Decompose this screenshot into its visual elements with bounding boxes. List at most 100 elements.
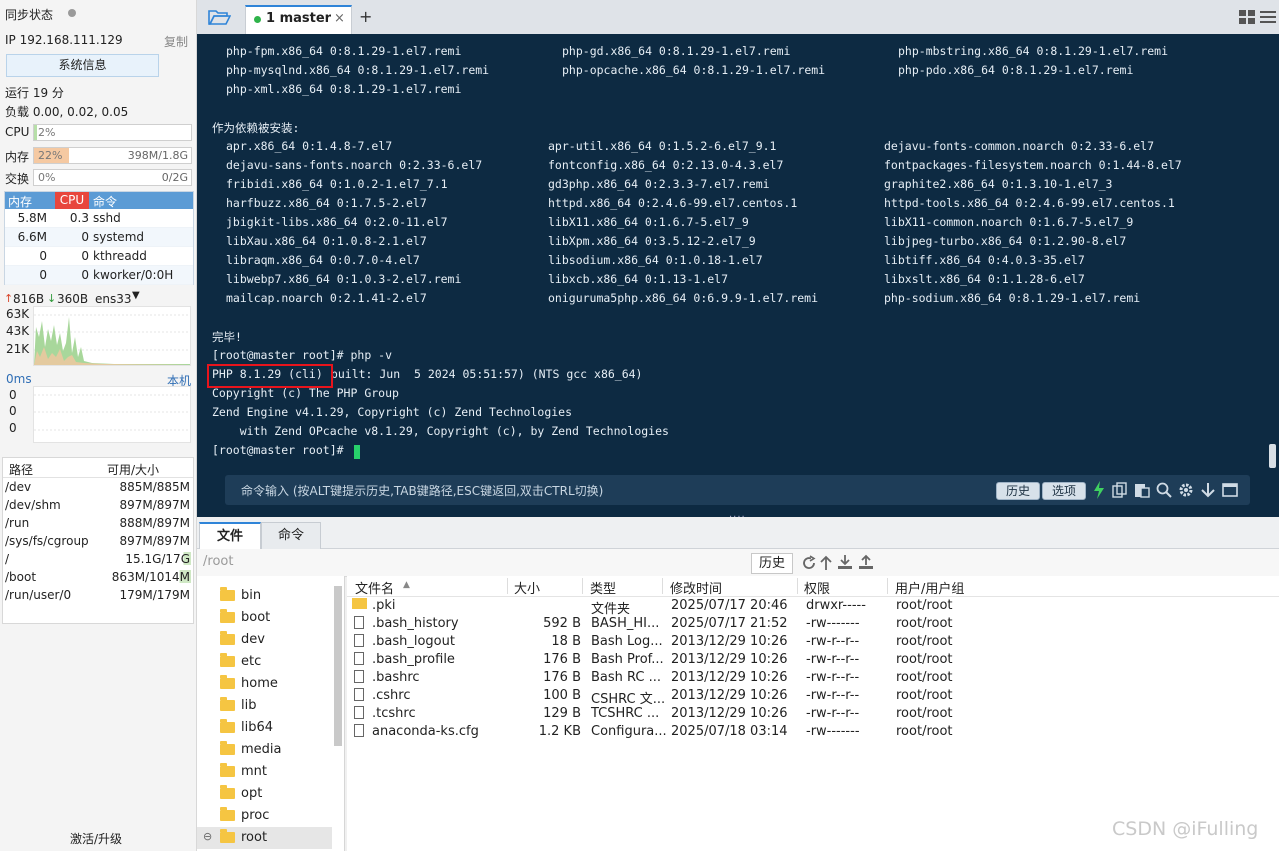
file-row[interactable]: .cshrc 100 B CSHRC 文... 2013/12/29 10:26 -rw… (347, 688, 987, 707)
col-path[interactable]: 路径 (9, 461, 33, 478)
file-owner: root/root (896, 724, 953, 739)
menu-icon[interactable] (1260, 10, 1276, 24)
system-info-button[interactable]: 系统信息 (6, 54, 159, 77)
col-permission[interactable]: 权限 (804, 578, 830, 597)
up-directory-icon[interactable] (820, 555, 832, 571)
process-row[interactable]: 6.6M 0 systemd (5, 228, 193, 247)
latency-tick: 0 (9, 421, 17, 435)
new-tab-button[interactable]: + (359, 7, 372, 26)
search-icon[interactable] (1156, 482, 1172, 498)
disk-row[interactable]: /dev 885M/885M (3, 478, 193, 496)
folder-open-icon[interactable] (207, 8, 231, 26)
process-row[interactable]: 0 0 kthreadd (5, 247, 193, 266)
tree-item-mnt[interactable]: mnt (197, 761, 332, 783)
tab-master[interactable]: 1 master × (245, 5, 352, 34)
col-mem[interactable]: 内存 (8, 193, 32, 210)
file-perm: -rw------- (806, 724, 860, 739)
upload-icon[interactable] (858, 554, 874, 570)
path-history-button[interactable]: 历史 (751, 553, 793, 574)
close-icon[interactable]: × (334, 11, 345, 26)
maximize-icon[interactable] (1222, 482, 1238, 498)
layout-grid-icon[interactable] (1239, 10, 1255, 24)
paste-icon[interactable] (1134, 482, 1150, 498)
directory-tree: bin boot dev etc home lib lib64 media mn… (197, 576, 345, 851)
process-row[interactable]: 0 0 kworker/0:0H (5, 266, 193, 285)
tree-scrollbar[interactable] (334, 586, 342, 746)
file-owner: root/root (896, 616, 953, 631)
folder-icon (220, 741, 235, 755)
package-entry: libxslt.x86_64 0:1.1.28-6.el7 (884, 272, 1085, 286)
tab-commands[interactable]: 命令 (261, 522, 321, 549)
net-interface-select[interactable]: ens33 (95, 292, 132, 306)
col-size[interactable]: 大小 (514, 578, 540, 597)
file-row[interactable]: .tcshrc 129 B TCSHRC ... 2013/12/29 10:26 -r… (347, 706, 987, 724)
file-type: Bash Prof... (591, 652, 664, 667)
tree-item-lib64[interactable]: lib64 (197, 717, 332, 739)
folder-icon (220, 785, 235, 799)
disk-row[interactable]: /15.1G/17G (3, 550, 193, 568)
file-name: .tcshrc (372, 706, 416, 721)
tree-item-opt[interactable]: opt (197, 783, 332, 805)
file-row[interactable]: .bash_logout 18 B Bash Log... 2013/12/29 10… (347, 634, 987, 652)
upload-arrow-icon: ↑ (4, 292, 14, 305)
tab-files[interactable]: 文件 (199, 522, 261, 550)
file-icon (354, 616, 364, 629)
history-button[interactable]: 历史 (996, 482, 1040, 500)
tree-item-root[interactable]: ⊖ root (197, 827, 332, 849)
chevron-down-icon[interactable]: ▼ (132, 290, 140, 301)
latency-graph (33, 386, 191, 443)
file-row[interactable]: .pki 文件夹 2025/07/17 20:46 drwxr----- root/ro… (347, 598, 987, 617)
col-size[interactable]: 可用/大小 (107, 461, 159, 478)
tree-item-lib[interactable]: lib (197, 695, 332, 717)
package-entry: libwebp7.x86_64 0:1.0.3-2.el7.remi (226, 272, 462, 286)
terminal[interactable]: php-fpm.x86_64 0:8.1.29-1.el7.remi php-gd… (197, 34, 1279, 517)
col-cpu[interactable]: CPU (55, 192, 89, 209)
tree-item-bin[interactable]: bin (197, 585, 332, 607)
lightning-icon[interactable] (1093, 481, 1105, 499)
command-input-placeholder[interactable]: 命令输入 (按ALT键提示历史,TAB键路径,ESC键返回,双击CTRL切换) (241, 482, 603, 499)
file-size: 1.2 KB (538, 724, 581, 739)
file-row[interactable]: .bash_profile 176 B Bash Prof... 2013/12/29… (347, 652, 987, 670)
package-entry: libtiff.x86_64 0:4.0.3-35.el7 (884, 253, 1085, 267)
php-build-text: built: Jun 5 2024 05:51:57) (NTS gcc x86… (324, 367, 643, 381)
col-mtime[interactable]: 修改时间 (670, 578, 722, 597)
process-row[interactable]: 5.8M 0.3 sshd (5, 209, 193, 228)
copy-icon[interactable] (1112, 482, 1128, 498)
copy-ip-link[interactable]: 复制 (164, 33, 188, 50)
disk-row[interactable]: /dev/shm 897M/897M (3, 496, 193, 514)
col-command[interactable]: 命令 (93, 193, 117, 210)
disk-row[interactable]: /run 888M/897M (3, 514, 193, 532)
file-perm: -rw-r--r-- (806, 706, 860, 721)
col-filename[interactable]: 文件名 (355, 578, 394, 597)
terminal-scrollbar[interactable] (1269, 444, 1276, 468)
package-entry: httpd.x86_64 0:2.4.6-99.el7.centos.1 (548, 196, 798, 210)
file-row[interactable]: anaconda-ks.cfg 1.2 KB Configura... 2025/07… (347, 724, 987, 742)
file-row[interactable]: .bashrc 176 B Bash RC ... 2013/12/29 10:26 -… (347, 670, 987, 688)
col-type[interactable]: 类型 (590, 578, 616, 597)
tree-item-dev[interactable]: dev (197, 629, 332, 651)
disk-row[interactable]: /sys/fs/cgroup 897M/897M (3, 532, 193, 550)
activate-upgrade-link[interactable]: 激活/升级 (70, 830, 122, 847)
disk-row[interactable]: /boot 863M/1014M (3, 568, 193, 586)
package-entry: jbigkit-libs.x86_64 0:2.0-11.el7 (226, 215, 448, 229)
disk-row[interactable]: /run/user/0 179M/179M (3, 586, 193, 604)
tree-item-proc[interactable]: proc (197, 805, 332, 827)
tree-item-media[interactable]: media (197, 739, 332, 761)
package-entry: gd3php.x86_64 0:2.3.3-7.el7.remi (548, 177, 770, 191)
download-icon[interactable] (837, 554, 853, 570)
tree-item-home[interactable]: home (197, 673, 332, 695)
path-input[interactable]: /root (203, 554, 233, 569)
network-traffic-graph (33, 306, 191, 366)
arrow-down-icon[interactable] (1200, 482, 1216, 498)
command-input-bar[interactable]: 命令输入 (按ALT键提示历史,TAB键路径,ESC键返回,双击CTRL切换) … (225, 475, 1250, 505)
gear-icon[interactable] (1178, 482, 1194, 498)
ip-address: IP 192.168.111.129 (5, 33, 123, 47)
folder-icon (220, 631, 235, 645)
file-row[interactable]: .bash_history 592 B BASH_HI... 2025/07/17 2… (347, 616, 987, 634)
options-button[interactable]: 选项 (1042, 482, 1086, 500)
tree-item-boot[interactable]: boot (197, 607, 332, 629)
col-owner[interactable]: 用户/用户组 (895, 578, 964, 597)
tree-item-etc[interactable]: etc (197, 651, 332, 673)
refresh-icon[interactable] (801, 555, 817, 571)
file-mtime: 2025/07/17 20:46 (671, 598, 788, 613)
